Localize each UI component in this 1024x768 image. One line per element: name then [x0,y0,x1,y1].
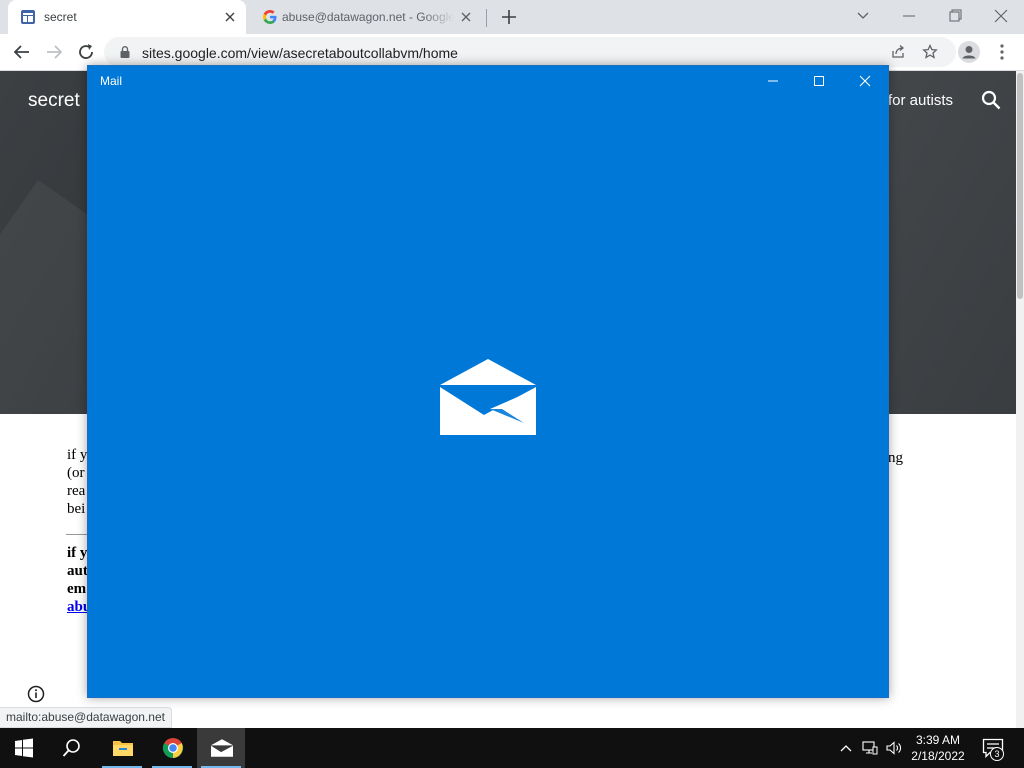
notification-count-badge: 3 [990,747,1004,761]
site-search-icon[interactable] [980,89,1002,111]
reload-icon[interactable] [76,42,96,62]
mail-app-window[interactable]: Mail [87,65,889,698]
maximize-icon[interactable] [811,73,827,89]
mail-icon [211,739,233,757]
paragraph-line: if y [67,447,88,463]
start-button[interactable] [0,728,48,768]
file-explorer-icon [113,741,133,756]
link-status-bar: mailto:abuse@datawagon.net [0,707,172,728]
start-icon [15,738,33,758]
taskbar-mail[interactable] [197,728,245,768]
paragraph-line: bei [67,501,86,517]
show-hidden-icons-chevron-icon[interactable] [838,740,854,756]
back-arrow-icon[interactable] [12,42,32,62]
tab-google-search[interactable]: abuse@datawagon.net - Google [250,0,486,34]
paragraph-line: (or [67,465,85,481]
tab-search-chevron-icon[interactable] [854,7,872,25]
mail-envelope-icon [440,359,536,435]
lock-icon[interactable] [118,45,132,59]
share-icon[interactable] [890,44,906,60]
tab-title: secret [44,10,77,24]
tab-strip: secret abuse@datawagon.net - Google [0,0,1024,34]
minimize-icon[interactable] [765,73,781,89]
taskbar-chrome[interactable] [148,728,196,768]
more-menu-icon[interactable] [994,42,1010,62]
paragraph-line: rea [67,483,86,499]
restore-icon[interactable] [946,7,964,25]
paragraph-line-end: ng [888,450,903,466]
forward-arrow-icon[interactable] [44,42,64,62]
network-icon[interactable] [862,740,878,756]
info-icon[interactable] [27,685,45,703]
minimize-icon[interactable] [900,7,918,25]
taskbar-file-explorer[interactable] [98,728,146,768]
tab-title: abuse@datawagon.net - Google [282,10,454,24]
new-tab-plus-icon[interactable] [500,8,518,26]
search-icon [62,739,80,757]
volume-icon[interactable] [886,740,902,756]
windows-taskbar: 3:39 AM 2/18/2022 3 [0,728,1024,768]
tab-secret[interactable]: secret [8,0,246,34]
clock-date: 2/18/2022 [911,749,965,763]
url-text: sites.google.com/view/asecretaboutcollab… [142,45,458,61]
chrome-icon [162,738,184,759]
google-g-icon [263,10,277,24]
close-tab-icon[interactable] [222,9,238,25]
page-scrollbar[interactable] [1016,71,1024,728]
tab-separator [486,9,487,27]
bold-line: aut [67,563,88,579]
close-window-icon[interactable] [992,7,1010,25]
address-bar[interactable]: sites.google.com/view/asecretaboutcollab… [104,37,956,67]
bold-line: if y [67,545,88,561]
bold-line: em [67,581,87,597]
profile-avatar-icon[interactable] [958,41,980,63]
close-window-icon[interactable] [857,73,873,89]
close-tab-icon[interactable] [458,9,474,25]
site-nav-item[interactable]: for autists [888,92,953,109]
clock-time: 3:39 AM [915,733,961,747]
taskbar-search-button[interactable] [48,728,96,768]
taskbar-clock[interactable]: 3:39 AM 2/18/2022 [906,732,970,764]
window-title: Mail [100,74,123,88]
scrollbar-thumb[interactable] [1017,73,1023,299]
google-sites-icon [21,10,35,24]
bookmark-star-icon[interactable] [922,44,938,60]
site-title[interactable]: secret [28,90,80,112]
